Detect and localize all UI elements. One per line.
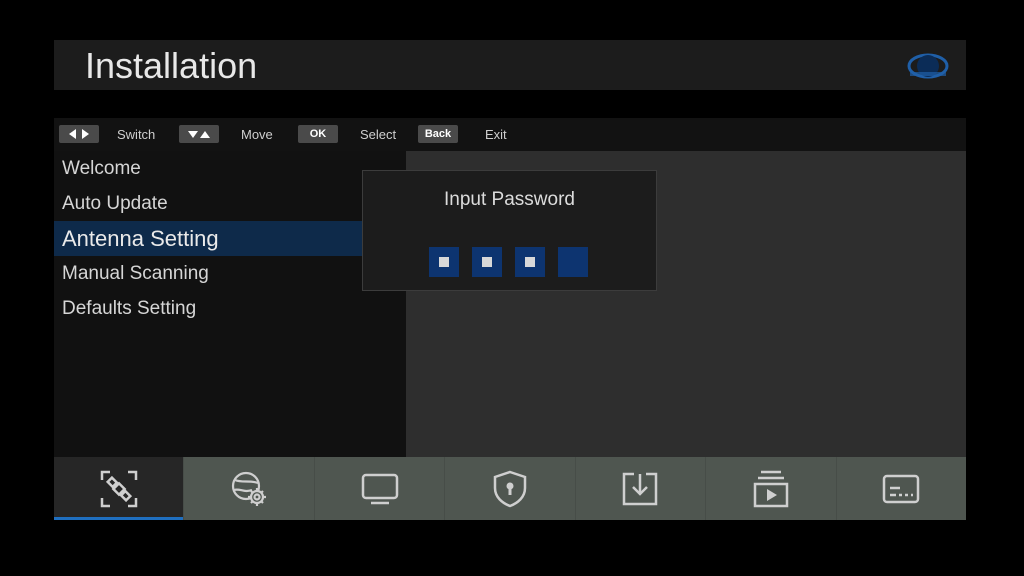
pin-digit-3[interactable] xyxy=(515,247,545,277)
up-down-arrows-icon xyxy=(179,125,219,143)
menu-item-defaults-setting[interactable]: Defaults Setting xyxy=(54,291,406,326)
hint-move-label: Move xyxy=(241,127,273,142)
tab-installation[interactable] xyxy=(54,457,184,520)
hint-switch-label: Switch xyxy=(117,127,156,142)
key-hint-bar: Switch Move OK Select Back Exit xyxy=(54,118,966,151)
brand-logo-icon xyxy=(907,53,949,79)
tab-tv[interactable] xyxy=(313,457,444,520)
tab-download[interactable] xyxy=(574,457,705,520)
hint-select-label: Select xyxy=(360,127,397,142)
pin-digit-1[interactable] xyxy=(429,247,459,277)
password-dialog: Input Password xyxy=(362,170,657,291)
media-playlist-icon xyxy=(753,470,789,507)
bottom-tab-bar xyxy=(54,457,966,520)
tab-media[interactable] xyxy=(705,457,835,520)
tv-icon xyxy=(361,473,398,504)
tab-security[interactable] xyxy=(444,457,574,520)
pin-digit-filled xyxy=(439,257,449,267)
header-bar: Installation xyxy=(54,40,966,90)
shield-lock-icon xyxy=(493,470,527,507)
page-title: Installation xyxy=(85,45,258,86)
tab-network[interactable] xyxy=(183,457,313,520)
tab-subtitle[interactable] xyxy=(835,457,966,520)
download-icon xyxy=(623,472,658,505)
menu-item-welcome[interactable]: Welcome xyxy=(54,151,406,186)
subtitle-icon xyxy=(882,474,920,503)
menu-item-manual-scanning[interactable]: Manual Scanning xyxy=(54,256,406,291)
network-settings-icon xyxy=(232,471,267,506)
menu-item-antenna-setting[interactable]: Antenna Setting xyxy=(54,221,362,256)
menu-item-auto-update[interactable]: Auto Update xyxy=(54,186,406,221)
pin-digit-filled xyxy=(482,257,492,267)
left-right-arrows-icon xyxy=(59,125,99,143)
back-key: Back xyxy=(418,125,458,143)
dialog-title: Input Password xyxy=(444,189,575,210)
hint-exit-label: Exit xyxy=(485,127,507,142)
pin-digit-4[interactable] xyxy=(558,247,588,277)
satellite-icon xyxy=(100,470,137,507)
installation-menu: Welcome Auto Update Antenna Setting Manu… xyxy=(54,151,406,457)
ok-key: OK xyxy=(298,125,338,143)
pin-digit-2[interactable] xyxy=(472,247,502,277)
pin-digit-filled xyxy=(525,257,535,267)
